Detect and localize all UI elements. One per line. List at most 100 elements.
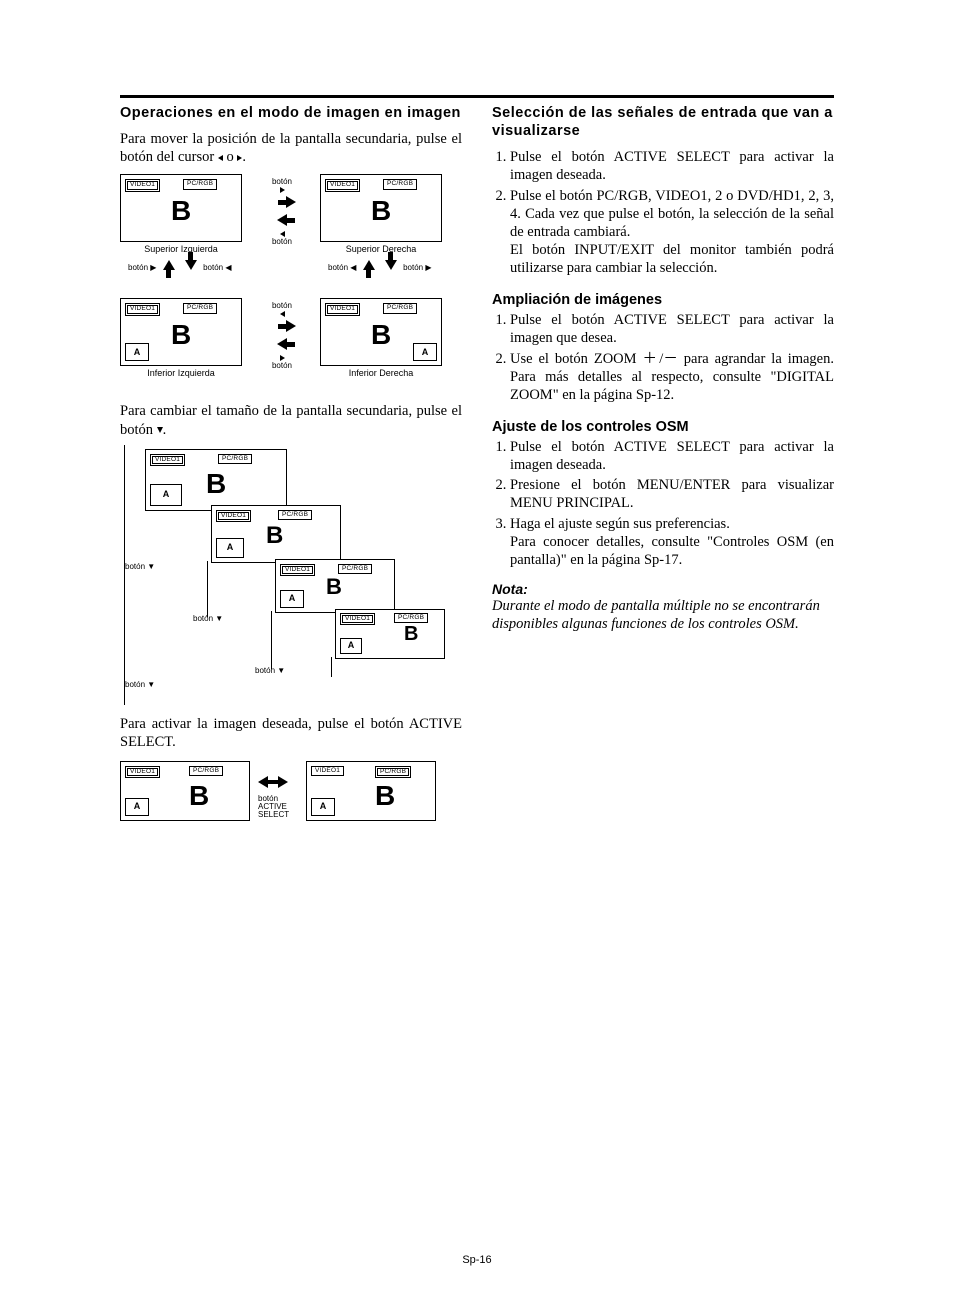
label-B: B (266, 524, 283, 548)
arrow-up-icon (363, 260, 375, 270)
tri-l-icon (280, 311, 285, 317)
cap-inf-izq: Inferior Izquierda (120, 369, 242, 378)
screen-bot-right: VIDEO1 PC/RGB B A (320, 298, 442, 366)
sec3-item: Haga el ajuste según sus preferencias. P… (510, 515, 834, 569)
sec3-item: Pulse el botón ACTIVE SELECT para activa… (510, 438, 834, 474)
tag-video: VIDEO1 (216, 510, 251, 523)
left-p1-c: . (242, 149, 246, 165)
tag-video: VIDEO1 (150, 454, 185, 467)
left-p1: Para mover la posición de la pantalla se… (120, 130, 462, 166)
tri-r-icon (280, 187, 285, 193)
label-B: B (206, 470, 226, 498)
a-box: A (125, 798, 149, 816)
tag-video: VIDEO1 (125, 303, 160, 316)
tri-l-icon (280, 231, 285, 237)
arrow-down-icon (185, 260, 197, 270)
lbl-bd1: botón ▼ (125, 563, 155, 571)
left-p1-b: o (223, 149, 238, 165)
sec2-list: Pulse el botón ACTIVE SELECT para activa… (492, 311, 834, 404)
tag-pcrgb: PC/RGB (375, 766, 411, 779)
arrow-up-icon (163, 260, 175, 270)
page-number: Sp-16 (0, 1254, 954, 1266)
tag-pcrgb: PC/RGB (383, 303, 417, 314)
cap-sup-izq: Superior Izquierda (120, 245, 242, 254)
arrow-right-icon (286, 320, 296, 332)
tag-video: VIDEO1 (325, 303, 360, 316)
tag-pcrgb: PC/RGB (278, 510, 312, 521)
screen-bot-left: VIDEO1 PC/RGB B A (120, 298, 242, 366)
tag-pcrgb: PC/RGB (189, 766, 223, 777)
columns: Operaciones en el modo de imagen en imag… (120, 104, 834, 847)
arrow-down-icon (385, 260, 397, 270)
tag-pcrgb: PC/RGB (338, 564, 372, 575)
as-left: VIDEO1 PC/RGB B A (120, 761, 250, 821)
lbl-boton: botón (272, 177, 292, 186)
size-3: VIDEO1 PC/RGB B A (275, 559, 395, 613)
sec2-item: Use el botón ZOOM ＋/－ para agrandar la i… (510, 350, 834, 404)
sec2-title: Ampliación de imágenes (492, 291, 834, 309)
diagram-sizes: VIDEO1 PC/RGB B A VIDEO1 PC/RGB B A VIDE… (124, 445, 462, 705)
a-box: A (125, 343, 149, 361)
screen-top-right: VIDEO1 PC/RGB B (320, 174, 442, 242)
a-box: A (280, 590, 304, 608)
label-B: B (189, 782, 209, 810)
sec3-title: Ajuste de los controles OSM (492, 418, 834, 436)
sec1-title: Selección de las señales de entrada que … (492, 104, 834, 140)
tag-video: VIDEO1 (325, 179, 360, 192)
diagram-active-select: VIDEO1 PC/RGB B A botón ACTIVE SELECT VI… (120, 757, 462, 847)
lbl-botonR2: botón ▶ (403, 263, 431, 272)
cap-sup-der: Superior Derecha (320, 245, 442, 254)
page: Operaciones en el modo de imagen en imag… (0, 0, 954, 1316)
sec1-item: Pulse el botón ACTIVE SELECT para activa… (510, 148, 834, 184)
left-p3: Para activar la imagen deseada, pulse el… (120, 715, 462, 751)
sec3-item: Presione el botón MENU/ENTER para visual… (510, 476, 834, 512)
top-rule (120, 95, 834, 98)
lbl-bd2: botón ▼ (193, 615, 223, 623)
left-column: Operaciones en el modo de imagen en imag… (120, 104, 462, 847)
arrow-right-icon (286, 196, 296, 208)
a-box: A (216, 538, 244, 558)
tag-video: VIDEO1 (340, 613, 375, 626)
left-p1-a: Para mover la posición de la pantalla se… (120, 131, 462, 165)
sec1-list: Pulse el botón ACTIVE SELECT para activa… (492, 148, 834, 277)
label-B: B (171, 321, 191, 349)
lbl-boton3: botón (272, 301, 292, 310)
label-B: B (404, 624, 418, 644)
label-B: B (371, 197, 391, 225)
tag-pcrgb: PC/RGB (394, 613, 428, 624)
tag-pcrgb: PC/RGB (218, 454, 252, 465)
label-B: B (171, 197, 191, 225)
right-column: Selección de las señales de entrada que … (492, 104, 834, 847)
lbl-bd4: botón ▼ (125, 681, 155, 689)
arrow-left-icon (277, 338, 287, 350)
lbl-boton2: botón (272, 237, 292, 246)
sec3-list: Pulse el botón ACTIVE SELECT para activa… (492, 438, 834, 569)
screen-top-left: VIDEO1 PC/RGB B (120, 174, 242, 242)
a-box: A (311, 798, 335, 816)
label-B: B (375, 782, 395, 810)
lbl-active-select: botón ACTIVE SELECT (258, 795, 289, 819)
a-box: A (413, 343, 437, 361)
lbl-botonR: botón ▶ (128, 263, 156, 272)
tag-video: VIDEO1 (125, 179, 160, 192)
tag-pcrgb: PC/RGB (383, 179, 417, 190)
nota-text: Durante el modo de pantalla múltiple no … (492, 597, 834, 633)
arrow-left-icon (277, 214, 287, 226)
a-box: A (340, 638, 362, 654)
size-2: VIDEO1 PC/RGB B A (211, 505, 341, 563)
tag-pcrgb: PC/RGB (183, 303, 217, 314)
as-right: VIDEO1 PC/RGB B A (306, 761, 436, 821)
sec1-item: Pulse el botón PC/RGB, VIDEO1, 2 o DVD/H… (510, 187, 834, 278)
size-4: VIDEO1 PC/RGB B A (335, 609, 445, 659)
tag-video: VIDEO1 (280, 564, 315, 577)
a-box: A (150, 484, 182, 506)
left-title: Operaciones en el modo de imagen en imag… (120, 104, 462, 122)
left-p2-b: . (163, 422, 167, 438)
lbl-boton4: botón (272, 361, 292, 370)
tag-pcrgb: PC/RGB (183, 179, 217, 190)
sec2-item: Pulse el botón ACTIVE SELECT para activa… (510, 311, 834, 347)
lbl-botonL2: botón ◀ (328, 263, 356, 272)
tag-video: VIDEO1 (125, 766, 160, 779)
left-p2-a: Para cambiar el tamaño de la pantalla se… (120, 403, 462, 437)
double-arrow-icon (258, 773, 288, 791)
